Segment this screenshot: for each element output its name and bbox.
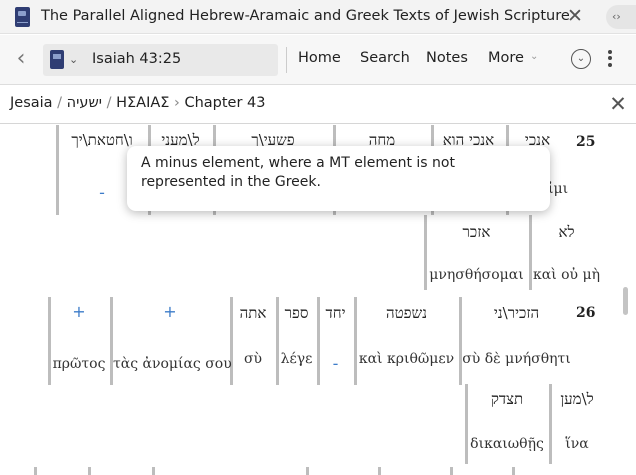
- breadcrumb-chapter[interactable]: Chapter 43: [184, 95, 265, 111]
- hebrew-word[interactable]: תצדק: [468, 390, 546, 409]
- verse-number[interactable]: 25: [576, 134, 595, 150]
- toolbar: ‹ ⌄ Isaiah 43:25 Home Search Notes More …: [0, 35, 636, 85]
- title-bar: The Parallel Aligned Hebrew-Aramaic and …: [0, 0, 636, 34]
- alignment-cell[interactable]: נשפטה καὶ κριθῶμεν: [354, 297, 456, 385]
- greek-word[interactable]: πρῶτος: [51, 356, 107, 372]
- greek-word[interactable]: δικαιωθῇς: [468, 436, 546, 452]
- greek-word[interactable]: μνησθήσομαι: [427, 267, 526, 283]
- tooltip: A minus element, where a MT element is n…: [127, 146, 550, 211]
- alignment-cell: [34, 467, 84, 475]
- minus-marker[interactable]: -: [320, 354, 351, 373]
- window-title: The Parallel Aligned Hebrew-Aramaic and …: [41, 8, 570, 24]
- breadcrumb-hebrew[interactable]: ישעיה: [67, 95, 102, 111]
- window-more-tab[interactable]: ‹›: [606, 5, 636, 29]
- alignment-cell[interactable]: ספר λέγε: [276, 297, 314, 385]
- breadcrumb-greek[interactable]: ΗΣΑΙΑΣ: [116, 95, 169, 111]
- breadcrumb-arrow: ›: [174, 95, 180, 111]
- chevron-down-icon[interactable]: ⌄: [69, 50, 78, 70]
- alignment-cell[interactable]: הזכיר\ני σὺ δὲ μνήσθητι: [459, 297, 571, 385]
- greek-word[interactable]: σὺ δὲ μνήσθητι: [462, 351, 571, 367]
- alignment-cell[interactable]: ל\מען ἵνα: [549, 384, 602, 464]
- verse-number[interactable]: 26: [576, 305, 595, 321]
- location-text[interactable]: Isaiah 43:25: [92, 51, 181, 67]
- alignment-cell: [450, 467, 510, 475]
- alignment-cell: [512, 467, 572, 475]
- alignment-cell[interactable]: תצדק δικαιωθῇς: [465, 384, 546, 464]
- more-button[interactable]: More: [488, 50, 524, 66]
- chevron-down-icon[interactable]: ⌄: [530, 51, 538, 62]
- alignment-cell[interactable]: אזכר μνησθήσομαι: [424, 215, 526, 290]
- alignment-cell: [306, 467, 366, 475]
- notes-button[interactable]: Notes: [426, 50, 468, 66]
- plus-marker[interactable]: +: [51, 302, 107, 321]
- book-icon: [15, 7, 30, 27]
- hebrew-word[interactable]: הזכיר\ני: [462, 304, 571, 323]
- close-panel-icon[interactable]: ✕: [607, 92, 629, 116]
- greek-word[interactable]: καὶ κριθῶμεν: [357, 351, 456, 367]
- alignment-cell[interactable]: + πρῶτος: [48, 297, 107, 385]
- alignment-cell: [88, 467, 148, 475]
- hebrew-word[interactable]: ספר: [279, 304, 314, 323]
- alignment-cell[interactable]: יחד -: [317, 297, 351, 385]
- greek-word[interactable]: ἵνα: [552, 436, 602, 452]
- search-button[interactable]: Search: [360, 50, 410, 66]
- breadcrumb-separator: /: [106, 95, 112, 111]
- greek-word[interactable]: τὰς ἀνομίας σου: [113, 356, 232, 372]
- home-button[interactable]: Home: [298, 50, 341, 66]
- scrollbar-thumb[interactable]: [623, 287, 628, 315]
- greek-word[interactable]: λέγε: [279, 351, 314, 367]
- greek-word[interactable]: σὺ: [233, 351, 273, 367]
- toolbar-divider: [286, 47, 287, 73]
- hebrew-word[interactable]: אתה: [233, 304, 273, 323]
- circle-chevron-down-icon[interactable]: ⌄: [571, 49, 591, 69]
- plus-marker[interactable]: +: [113, 302, 227, 321]
- breadcrumb: Jesaia / ישעיה / ΗΣΑΙΑΣ › Chapter 43: [10, 95, 266, 111]
- close-window-icon[interactable]: ✕: [566, 6, 584, 26]
- back-button[interactable]: ‹: [10, 47, 32, 73]
- book-icon: [50, 50, 64, 69]
- hebrew-word[interactable]: נשפטה: [357, 304, 456, 323]
- hebrew-word[interactable]: ל\מען: [552, 390, 602, 409]
- breadcrumb-bar: Jesaia / ישעיה / ΗΣΑΙΑΣ › Chapter 43 ✕: [0, 86, 636, 124]
- alignment-cell[interactable]: + τὰς ἀνομίας σου: [110, 297, 232, 385]
- breadcrumb-separator: /: [57, 95, 63, 111]
- greek-word[interactable]: καὶ οὐ μὴ: [532, 267, 601, 283]
- location-selector[interactable]: ⌄ Isaiah 43:25: [43, 44, 278, 76]
- hebrew-word[interactable]: יחד: [320, 304, 351, 323]
- hebrew-word[interactable]: לא: [532, 223, 601, 242]
- alignment-cell: [152, 467, 212, 475]
- kebab-menu-icon[interactable]: [604, 47, 616, 73]
- alignment-cell[interactable]: לא καὶ οὐ μὴ: [529, 215, 601, 290]
- hebrew-word[interactable]: אזכר: [427, 223, 526, 242]
- alignment-cell[interactable]: אתה σὺ: [230, 297, 273, 385]
- breadcrumb-book[interactable]: Jesaia: [10, 95, 53, 111]
- alignment-cell: [378, 467, 438, 475]
